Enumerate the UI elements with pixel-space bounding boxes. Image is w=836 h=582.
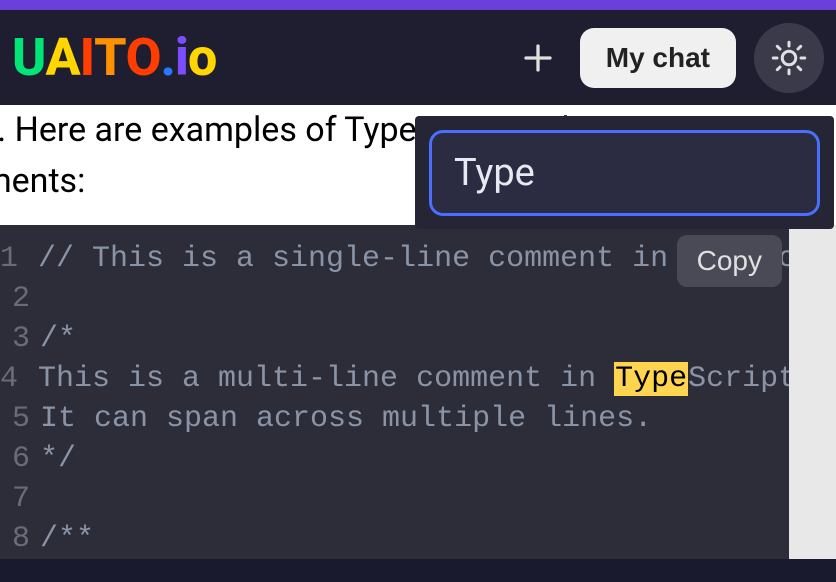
message-line-2: mments: bbox=[0, 161, 85, 201]
plus-icon bbox=[520, 40, 556, 76]
logo-char: T bbox=[94, 27, 126, 88]
find-input[interactable] bbox=[429, 130, 820, 216]
code-line: 7 bbox=[0, 479, 836, 519]
new-chat-button[interactable] bbox=[514, 34, 562, 82]
code-line: 3/* bbox=[0, 319, 836, 359]
logo-char: I bbox=[80, 27, 94, 88]
search-highlight: Type bbox=[614, 362, 688, 396]
code-line: 6*/ bbox=[0, 439, 836, 479]
code-text: */ bbox=[40, 439, 76, 479]
window-accent-bar bbox=[0, 0, 836, 10]
code-text: /* bbox=[40, 319, 76, 359]
logo-char: i bbox=[175, 27, 188, 88]
logo-char: A bbox=[45, 27, 79, 88]
logo[interactable]: U A I T O . i o bbox=[12, 27, 216, 88]
line-number: 1 bbox=[0, 239, 20, 279]
code-line: 5It can span across multiple lines. bbox=[0, 399, 836, 439]
theme-toggle-button[interactable] bbox=[754, 23, 824, 93]
logo-char: U bbox=[12, 27, 45, 88]
my-chat-button[interactable]: My chat bbox=[580, 28, 736, 88]
code-line: 4 This is a multi-line comment in TypeSc… bbox=[0, 359, 836, 399]
sun-icon bbox=[771, 40, 807, 76]
line-number: 2 bbox=[0, 279, 40, 319]
line-number: 6 bbox=[0, 439, 40, 479]
app-header: U A I T O . i o My chat bbox=[0, 10, 836, 105]
copy-button[interactable]: Copy bbox=[677, 235, 782, 287]
code-text: It can span across multiple lines. bbox=[40, 399, 652, 439]
line-number: 4 bbox=[0, 359, 20, 399]
code-text: /** bbox=[40, 519, 94, 559]
line-number: 5 bbox=[0, 399, 40, 439]
find-overlay bbox=[415, 116, 834, 229]
line-number: 7 bbox=[0, 479, 40, 519]
line-number: 3 bbox=[0, 319, 40, 359]
logo-char: . bbox=[161, 27, 175, 88]
scrollbar-track[interactable] bbox=[789, 225, 836, 559]
logo-char: O bbox=[126, 27, 161, 88]
code-text: This is a multi-line comment in TypeScri… bbox=[20, 359, 814, 399]
line-number: 8 bbox=[0, 519, 40, 559]
code-block-container: Copy 1 // This is a single-line comment … bbox=[0, 225, 836, 559]
logo-char: o bbox=[188, 27, 216, 88]
code-line: 8/** bbox=[0, 519, 836, 559]
